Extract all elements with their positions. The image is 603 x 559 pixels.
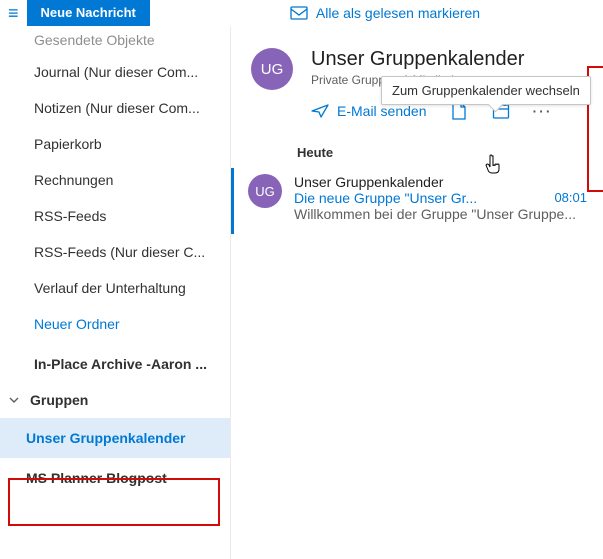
mark-all-read-button[interactable]: Alle als gelesen markieren (290, 5, 480, 21)
sidebar-item[interactable]: Gesendete Objekte (0, 30, 230, 54)
message-time: 08:01 (554, 190, 587, 206)
menu-icon[interactable]: ≡ (0, 3, 27, 24)
send-email-label: E-Mail senden (337, 103, 427, 119)
sidebar-section-groups[interactable]: Gruppen (0, 382, 230, 418)
content-pane: UG Unser Gruppenkalender Private Gruppe … (231, 26, 603, 559)
groups-label: Gruppen (24, 382, 94, 418)
sidebar-item[interactable]: Journal (Nur dieser Com... (0, 54, 230, 90)
sidebar-section-archive[interactable]: In-Place Archive -Aaron ... (0, 346, 230, 382)
new-message-button[interactable]: Neue Nachricht (27, 0, 150, 26)
send-email-button[interactable]: E-Mail senden (311, 103, 427, 119)
message-from: Unser Gruppenkalender (294, 174, 587, 190)
cursor-pointer-icon (485, 154, 507, 181)
message-row[interactable]: UG Unser Gruppenkalender Die neue Gruppe… (231, 168, 603, 234)
date-section-today: Heute (231, 135, 603, 168)
sidebar-group-selected[interactable]: Unser Gruppenkalender (0, 418, 230, 458)
sidebar-item[interactable]: Verlauf der Unterhaltung (0, 270, 230, 306)
mail-open-icon (290, 6, 308, 20)
sidebar-item[interactable]: RSS-Feeds (Nur dieser C... (0, 234, 230, 270)
new-folder-link[interactable]: Neuer Ordner (0, 306, 230, 342)
sidebar-item[interactable]: Papierkorb (0, 126, 230, 162)
sidebar-group-item[interactable]: MS Planner Blogpost (0, 458, 230, 498)
message-preview: Willkommen bei der Gruppe "Unser Gruppe.… (294, 206, 587, 222)
group-title: Unser Gruppenkalender (311, 48, 583, 71)
mark-all-read-label: Alle als gelesen markieren (316, 5, 480, 21)
sidebar: Gesendete Objekte Journal (Nur dieser Co… (0, 26, 231, 559)
send-icon (311, 104, 329, 118)
sidebar-item[interactable]: RSS-Feeds (0, 198, 230, 234)
sidebar-item[interactable]: Notizen (Nur dieser Com... (0, 90, 230, 126)
message-avatar: UG (248, 174, 282, 208)
tooltip: Zum Gruppenkalender wechseln (381, 76, 591, 105)
sidebar-item[interactable]: Rechnungen (0, 162, 230, 198)
group-avatar: UG (251, 48, 293, 90)
chevron-down-icon (4, 395, 24, 405)
message-subject: Die neue Gruppe "Unser Gr... (294, 190, 477, 206)
